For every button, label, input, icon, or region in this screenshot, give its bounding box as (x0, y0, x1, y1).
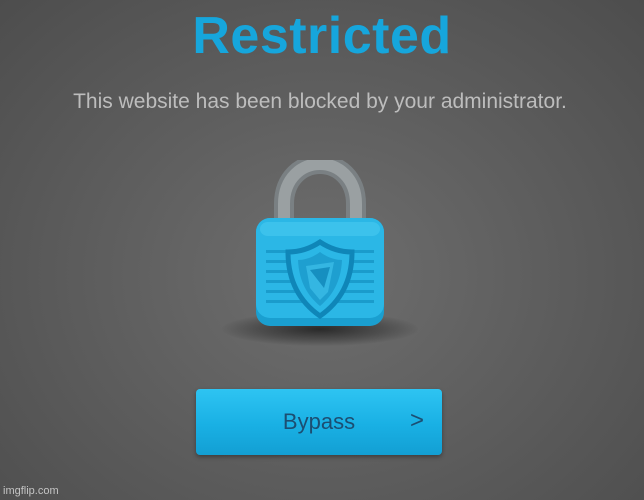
chevron-right-icon: > (409, 407, 424, 434)
bypass-button[interactable]: Bypass > (196, 389, 442, 455)
padlock-icon (256, 160, 384, 326)
watermark: imgflip.com (3, 485, 59, 497)
blocked-message: This website has been blocked by your ad… (73, 90, 567, 113)
page-title: Restricted (192, 7, 452, 65)
bypass-button-label: Bypass (282, 409, 356, 434)
